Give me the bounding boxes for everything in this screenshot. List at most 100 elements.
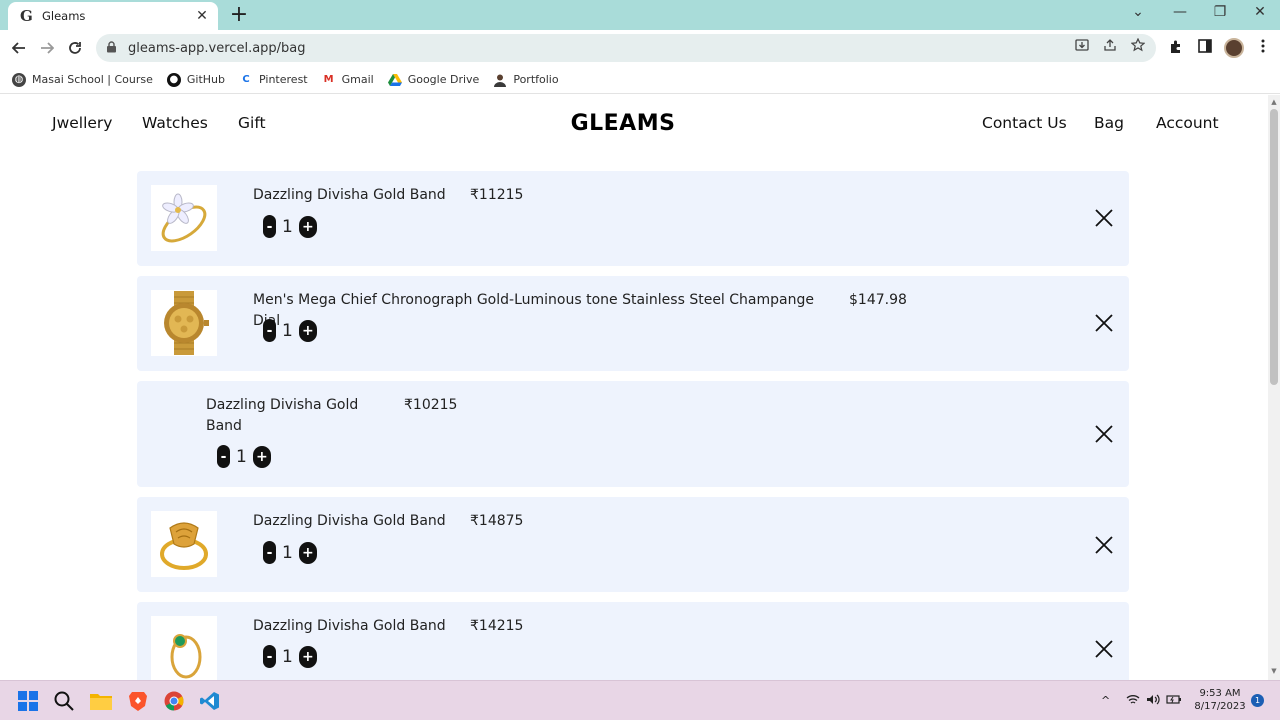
increment-button[interactable]: +	[298, 215, 317, 238]
volume-icon[interactable]	[1146, 694, 1160, 708]
remove-item-icon[interactable]	[1094, 208, 1114, 228]
bookmark-drive[interactable]: Google Drive	[387, 73, 479, 87]
increment-button[interactable]: +	[298, 645, 317, 668]
gold-watch-icon	[164, 291, 209, 355]
product-name[interactable]: Men's Mega Chief Chronograph Gold-Lumino…	[253, 290, 833, 332]
nav-bag[interactable]: Bag	[1094, 114, 1124, 132]
quantity-value: 1	[282, 646, 293, 667]
page-viewport: Jwellery Watches Gift GLEAMS Contact Us …	[0, 95, 1268, 680]
product-image[interactable]	[151, 290, 217, 356]
forward-arrow-icon	[41, 42, 54, 54]
quantity-value: 1	[282, 320, 293, 341]
product-price: $147.98	[849, 292, 907, 308]
tab-gleams[interactable]: G Gleams ✕	[8, 2, 218, 30]
remove-item-icon[interactable]	[1094, 313, 1114, 333]
wifi-icon[interactable]	[1126, 694, 1140, 708]
url-text[interactable]: gleams-app.vercel.app/bag	[128, 41, 306, 56]
tray-overflow-icon[interactable]: ^	[1101, 694, 1110, 707]
file-explorer-button[interactable]	[89, 689, 113, 713]
increment-button[interactable]: +	[298, 319, 317, 342]
page-scrollbar[interactable]: ▲ ▼	[1268, 95, 1280, 680]
decrement-button[interactable]: -	[263, 645, 276, 668]
tab-strip: G Gleams ✕ + ⌄ — ❐ ✕	[0, 0, 1280, 30]
bookmark-masai[interactable]: ◍ Masai School | Course	[12, 72, 153, 87]
tab-title: Gleams	[42, 9, 86, 23]
clock-time: 9:53 AM	[1199, 688, 1241, 699]
bookmark-gmail[interactable]: M Gmail	[322, 73, 374, 87]
product-image[interactable]	[151, 616, 217, 680]
remove-item-icon[interactable]	[1094, 639, 1114, 659]
reload-button[interactable]	[64, 37, 86, 59]
back-button[interactable]	[8, 37, 30, 59]
chrome-menu-icon[interactable]	[1254, 39, 1272, 57]
taskbar-clock[interactable]: 9:53 AM 8/17/2023	[1192, 687, 1248, 713]
product-name[interactable]: Dazzling Divisha Gold Band	[253, 185, 463, 206]
quantity-stepper: - 1 +	[263, 215, 317, 238]
address-bar[interactable]: gleams-app.vercel.app/bag	[96, 34, 1156, 62]
product-image[interactable]	[151, 185, 217, 251]
quantity-value: 1	[236, 446, 247, 467]
vscode-button[interactable]	[198, 689, 222, 713]
side-panel-icon[interactable]	[1196, 39, 1214, 57]
browser-toolbar: gleams-app.vercel.app/bag	[0, 30, 1280, 66]
profile-avatar[interactable]	[1224, 38, 1244, 58]
tab-close-icon[interactable]: ✕	[194, 8, 210, 24]
increment-button[interactable]: +	[298, 541, 317, 564]
bookmark-label: Masai School | Course	[32, 73, 153, 86]
nav-contact-us[interactable]: Contact Us	[982, 114, 1067, 132]
restore-button[interactable]: ❐	[1210, 4, 1230, 20]
product-price: ₹11215	[470, 187, 524, 203]
install-icon[interactable]	[1074, 38, 1090, 56]
site-info-icon[interactable]	[106, 40, 124, 56]
scroll-down-icon[interactable]: ▼	[1268, 667, 1280, 675]
pinterest-icon: C	[242, 74, 250, 85]
bookmark-star-icon[interactable]	[1130, 37, 1146, 56]
quantity-stepper: - 1 +	[263, 319, 317, 342]
back-arrow-icon	[12, 42, 25, 54]
decrement-button[interactable]: -	[263, 215, 276, 238]
battery-icon[interactable]	[1166, 694, 1182, 708]
close-window-button[interactable]: ✕	[1250, 4, 1270, 20]
remove-item-icon[interactable]	[1094, 424, 1114, 444]
bookmark-label: Gmail	[341, 73, 374, 86]
new-tab-button[interactable]: +	[228, 3, 250, 27]
ring-emerald-icon	[170, 634, 202, 679]
bookmark-pinterest[interactable]: C Pinterest	[239, 73, 307, 87]
product-name[interactable]: Dazzling Divisha Gold Band	[253, 511, 463, 532]
windows-taskbar: ^ 9:53 AM 8/17/2023 1	[0, 680, 1280, 720]
windows-logo-icon	[18, 691, 38, 711]
github-icon: ●	[166, 72, 181, 87]
clock-date: 8/17/2023	[1194, 701, 1246, 712]
brave-browser-button[interactable]	[126, 689, 150, 713]
notification-badge[interactable]: 1	[1251, 694, 1264, 707]
chrome-button[interactable]	[162, 689, 186, 713]
quantity-value: 1	[282, 216, 293, 237]
globe-icon: ◍	[12, 72, 26, 87]
scroll-thumb[interactable]	[1270, 109, 1278, 385]
bag-item: Dazzling Divisha Gold Band ₹11215 - 1 +	[137, 171, 1129, 266]
share-icon[interactable]	[1102, 38, 1118, 56]
product-image[interactable]	[151, 511, 217, 577]
decrement-button[interactable]: -	[217, 445, 230, 468]
forward-button[interactable]	[36, 37, 58, 59]
vscode-icon	[200, 692, 219, 710]
search-button[interactable]	[52, 689, 76, 713]
bag-item: Dazzling Divisha Gold Band ₹10215 - 1 +	[137, 381, 1129, 487]
extensions-icon[interactable]	[1167, 39, 1185, 58]
product-name[interactable]: Dazzling Divisha Gold Band	[253, 616, 463, 637]
product-name[interactable]: Dazzling Divisha Gold Band	[206, 395, 366, 437]
start-button[interactable]	[16, 689, 40, 713]
decrement-button[interactable]: -	[263, 541, 276, 564]
bag-item: Dazzling Divisha Gold Band ₹14875 - 1 +	[137, 497, 1129, 592]
minimize-button[interactable]: —	[1170, 4, 1190, 20]
tab-search-chevron-icon[interactable]: ⌄	[1128, 4, 1148, 20]
decrement-button[interactable]: -	[263, 319, 276, 342]
bookmark-github[interactable]: ● GitHub	[166, 72, 225, 87]
remove-item-icon[interactable]	[1094, 535, 1114, 555]
scroll-up-icon[interactable]: ▲	[1268, 98, 1280, 106]
bookmark-portfolio[interactable]: Portfolio	[493, 73, 559, 87]
search-icon	[54, 691, 74, 711]
nav-account[interactable]: Account	[1156, 114, 1219, 132]
ring-ornate-icon	[160, 522, 208, 570]
increment-button[interactable]: +	[252, 445, 271, 468]
